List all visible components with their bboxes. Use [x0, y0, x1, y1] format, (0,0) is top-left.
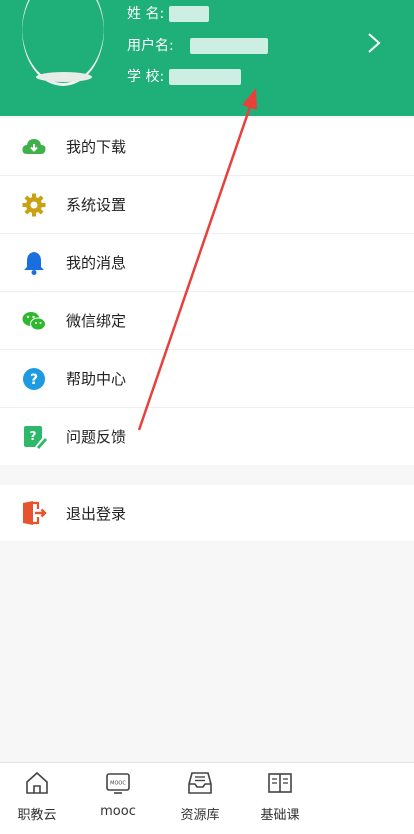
menu-item-settings[interactable]: 系统设置	[0, 176, 414, 234]
avatar-shine	[36, 72, 92, 82]
feedback-icon: ?	[24, 425, 47, 449]
tab-label: mooc	[100, 804, 136, 819]
menu-list: 我的下载 系统设置 我的消息 微信绑定 ? 帮助中心 ? 问题反馈	[0, 118, 414, 465]
bell-icon	[24, 251, 44, 275]
menu-item-wechat[interactable]: 微信绑定	[0, 292, 414, 350]
tab-mooc[interactable]: MOOC mooc	[73, 763, 163, 834]
svg-text:MOOC: MOOC	[110, 781, 126, 787]
tab-label: 资源库	[180, 808, 220, 823]
home-icon	[26, 771, 48, 794]
svg-text:?: ?	[30, 372, 38, 388]
tab-zhijiaoyun[interactable]: 职教云	[0, 763, 82, 834]
school-label: 学 校:	[127, 69, 165, 85]
logout-icon	[23, 501, 47, 525]
cloud-download-icon	[22, 138, 46, 154]
tab-label: 职教云	[17, 808, 57, 823]
menu-label: 问题反馈	[66, 428, 127, 446]
logout-group: 退出登录	[0, 485, 414, 541]
username-label: 用户名:	[127, 38, 174, 54]
tab-resource-library[interactable]: 资源库	[155, 763, 245, 834]
menu-label: 微信绑定	[66, 312, 127, 330]
menu-label: 系统设置	[66, 196, 127, 214]
logout-button[interactable]: 退出登录	[0, 485, 414, 541]
profile-header[interactable]: 姓 名: 用户名: 学 校:	[0, 0, 414, 116]
menu-label: 我的消息	[66, 254, 127, 272]
school-value-redacted	[168, 69, 241, 85]
wechat-icon	[22, 311, 46, 330]
menu-item-feedback[interactable]: ? 问题反馈	[0, 408, 414, 465]
menu-item-help[interactable]: ? 帮助中心	[0, 350, 414, 408]
mooc-icon: MOOC	[106, 773, 130, 794]
logout-label: 退出登录	[66, 504, 127, 523]
name-label: 姓 名:	[127, 6, 165, 22]
name-value-redacted	[168, 6, 209, 22]
username-row: 用户名:	[127, 35, 269, 55]
school-row: 学 校:	[127, 66, 241, 86]
username-value-redacted	[190, 38, 269, 54]
gear-icon	[22, 193, 46, 216]
inbox-icon	[188, 772, 212, 794]
chevron-right-icon[interactable]	[366, 32, 382, 54]
name-row: 姓 名:	[127, 3, 209, 23]
menu-label: 帮助中心	[66, 370, 127, 388]
menu-item-downloads[interactable]: 我的下载	[0, 118, 414, 176]
tab-basic-course[interactable]: 基础课	[235, 763, 325, 834]
tab-label: 基础课	[260, 808, 300, 823]
bottom-tab-bar: 职教云 MOOC mooc 资源库 基础课	[0, 762, 414, 834]
book-icon	[268, 773, 292, 793]
menu-label: 我的下载	[66, 138, 127, 156]
menu-item-messages[interactable]: 我的消息	[0, 234, 414, 292]
help-icon: ?	[23, 367, 45, 390]
svg-text:?: ?	[30, 429, 37, 443]
